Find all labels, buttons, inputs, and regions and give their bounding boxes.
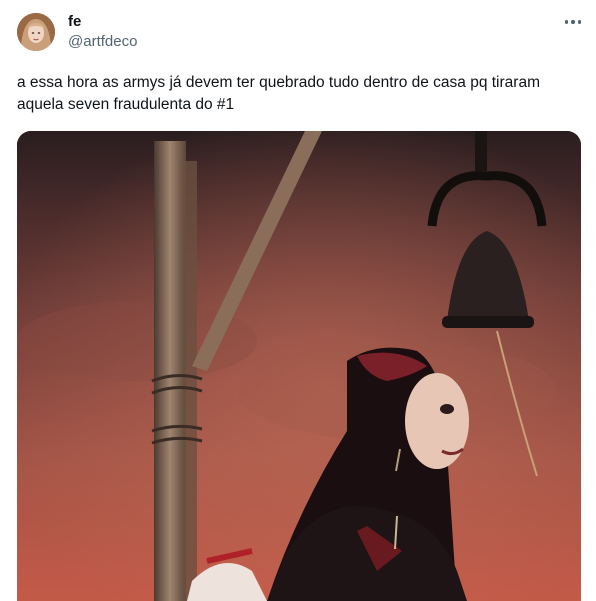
tweet-text: a essa hora as armys já devem ter quebra… [17, 74, 540, 113]
tweet[interactable]: fe @artfdeco a essa hora as armys já dev… [0, 0, 596, 601]
tweet-media-image[interactable] [17, 131, 581, 601]
avatar[interactable] [17, 13, 55, 51]
more-horizontal-icon[interactable] [558, 10, 588, 34]
profile-avatar-image [17, 13, 55, 51]
author-name[interactable]: fe [68, 13, 81, 31]
author-handle[interactable]: @artfdeco [68, 33, 137, 51]
music-video-still [17, 131, 581, 601]
